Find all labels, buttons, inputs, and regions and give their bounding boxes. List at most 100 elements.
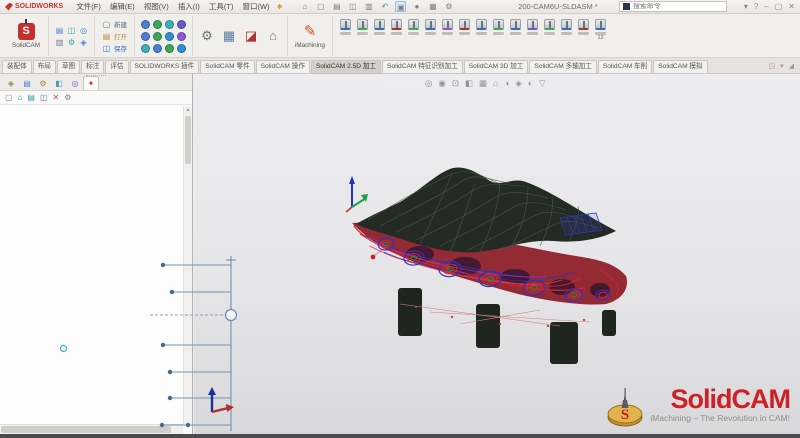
minimize-icon[interactable]: – (764, 2, 768, 11)
display-style-icon[interactable]: ◑ (504, 77, 509, 89)
feature-tree-tab-icon[interactable]: ◈ (3, 76, 19, 90)
hide-show-icon[interactable]: ◈ (515, 77, 522, 89)
zoom-fit-icon[interactable]: ◎ (425, 77, 432, 89)
coord-system-icon[interactable]: ⚙ (198, 26, 216, 46)
dimxpert-tab-icon[interactable]: ◧ (51, 76, 67, 90)
panel-drag-handle[interactable] (86, 75, 106, 78)
cam-tree-save-icon[interactable]: ◫ (40, 93, 48, 102)
commandmanager-tab[interactable]: 布局 (33, 60, 56, 73)
property-manager-tab-icon[interactable]: ▤ (19, 76, 35, 90)
solidcam-menu-button[interactable]: S SolidCAM (9, 23, 43, 49)
help-icon[interactable]: ? (754, 2, 758, 11)
menu-item[interactable]: 工具(T) (209, 1, 234, 12)
cam-op-dot-6[interactable] (153, 32, 162, 41)
fixture-icon[interactable]: ⌂ (264, 26, 282, 46)
open-icon[interactable]: ▤ (331, 1, 342, 12)
cam-tree-tools-icon[interactable]: ⚙ (64, 93, 71, 102)
search-scope-icon[interactable]: ▾ (744, 2, 748, 11)
commandmanager-tab[interactable]: 评估 (105, 60, 128, 73)
graphics-viewport[interactable]: ◎ ◉ ⊡ ◧ ▦ ⌂ ◑ ◈ ◐ ▽ (194, 74, 800, 434)
cam-copy-icon[interactable]: ◫ (66, 25, 77, 36)
commandmanager-tab[interactable]: SolidCAM 零件 (200, 60, 254, 73)
cam-op-dot-7[interactable] (165, 32, 174, 41)
search-input[interactable] (633, 3, 723, 10)
tool-table-icon[interactable]: ▦ (220, 26, 238, 46)
commandmanager-tab[interactable]: SolidCAM 车削 (598, 60, 652, 73)
cam-tree-new-icon[interactable]: ▢ (5, 93, 13, 102)
close-icon[interactable]: ✕ (788, 2, 795, 11)
multiaxis-op-icon[interactable] (525, 19, 540, 41)
commandmanager-tab[interactable]: SolidCAM 3D 加工 (464, 60, 529, 73)
menu-item[interactable]: 插入(I) (178, 1, 200, 12)
cam-op-dot-4[interactable] (177, 20, 186, 29)
options-icon[interactable]: ⚙ (443, 1, 454, 12)
probe-op-icon[interactable] (559, 19, 574, 41)
save-cam-part-button[interactable]: ◫ 保存 (100, 43, 129, 54)
cam-doc-icon[interactable]: ▥ (54, 37, 65, 48)
toolbox-op-icon[interactable] (474, 19, 489, 41)
resize-corner-icon[interactable]: ◢ (789, 62, 794, 70)
restore-icon[interactable]: ▢ (775, 2, 783, 11)
view-orientation-icon[interactable]: ⌂ (493, 77, 498, 89)
slot-milling-op-icon[interactable] (423, 19, 438, 41)
home-icon[interactable]: ⌂ (299, 1, 310, 12)
cam-data-icon[interactable]: ▤ (54, 25, 65, 36)
section-view-icon[interactable]: ◧ (465, 77, 473, 89)
previous-view-icon[interactable]: ⊡ (452, 77, 459, 89)
cam-sync-icon[interactable]: ◎ (78, 25, 89, 36)
turning-op-icon[interactable] (542, 19, 557, 41)
new-doc-icon[interactable]: ▢ (315, 1, 326, 12)
commandmanager-tab[interactable]: SolidCAM 模拟 (653, 60, 707, 73)
face-milling-op-icon[interactable] (338, 19, 353, 41)
menu-item[interactable]: 文件(F) (76, 1, 101, 12)
engraving-op-icon[interactable] (457, 19, 472, 41)
chamfer-milling-op-icon[interactable] (440, 19, 455, 41)
solidcam-manager-tab-icon[interactable]: ✦ (83, 76, 99, 90)
cam-op-dot-10[interactable] (153, 44, 162, 53)
cam-op-dot-1[interactable] (141, 20, 150, 29)
record-icon[interactable]: ● (411, 1, 422, 12)
vertical-scroll-thumb[interactable] (185, 116, 191, 164)
appearance-icon[interactable]: ◐ (528, 77, 533, 89)
cam-op-dot-8[interactable] (177, 32, 186, 41)
commandmanager-tab[interactable]: SolidCAM 操作 (256, 60, 310, 73)
cam-tree-home-icon[interactable]: ⌂ (18, 93, 23, 102)
imachining-button[interactable]: ✎ iMachining (293, 23, 327, 49)
cam-operations-tree[interactable] (0, 106, 183, 424)
commandmanager-tab[interactable]: SolidCAM 特征识别加工 (382, 60, 463, 73)
sheet-icon[interactable]: ▦ (427, 1, 438, 12)
menu-pin-icon[interactable]: ✱ (277, 3, 283, 11)
commandmanager-tab[interactable]: 装配体 (2, 60, 32, 73)
panel-horizontal-scrollbar[interactable] (0, 424, 183, 434)
commandmanager-tab[interactable]: 草图 (57, 60, 80, 73)
machine-icon[interactable]: ◪ (242, 26, 260, 46)
cam-op-dot-5[interactable] (141, 32, 150, 41)
cam-op-dot-12[interactable] (177, 44, 186, 53)
menu-item[interactable]: 窗口(W) (242, 1, 269, 12)
pocket-milling-op-icon[interactable] (372, 19, 387, 41)
cam-op-dot-9[interactable] (141, 44, 150, 53)
zoom-area-icon[interactable]: ◉ (438, 77, 445, 89)
transform-op-icon[interactable] (576, 19, 591, 41)
panel-vertical-scrollbar[interactable]: ▲ (183, 106, 192, 424)
select-icon[interactable]: ▣ (395, 1, 406, 12)
menu-item[interactable]: 视图(V) (144, 1, 169, 12)
undo-icon[interactable]: ↶ (379, 1, 390, 12)
cam-tree-delete-icon[interactable]: ✕ (53, 93, 60, 102)
cam-tree-folder-icon[interactable]: ▤ (27, 93, 35, 102)
hsm-milling-op-icon[interactable] (508, 19, 523, 41)
command-search[interactable] (619, 1, 727, 12)
drilling-op-icon[interactable] (389, 19, 404, 41)
menu-item[interactable]: 编辑(E) (110, 1, 135, 12)
cam-op-dot-3[interactable] (165, 20, 174, 29)
view-settings-icon[interactable]: ▽ (539, 77, 546, 89)
horizontal-scroll-thumb[interactable] (1, 426, 171, 433)
new-cam-part-button[interactable]: ▢ 新建 (100, 19, 129, 30)
print-icon[interactable]: ▥ (363, 1, 374, 12)
annotation-view-icon[interactable]: ▦ (479, 77, 487, 89)
configuration-tab-icon[interactable]: ⚙ (35, 76, 51, 90)
profile-milling-op-icon[interactable] (355, 19, 370, 41)
open-cam-part-button[interactable]: ▤ 打开 (100, 31, 129, 42)
commandmanager-tab[interactable]: SOLIDWORKS 插件 (130, 60, 200, 73)
3d-milling-op-icon[interactable] (491, 19, 506, 41)
